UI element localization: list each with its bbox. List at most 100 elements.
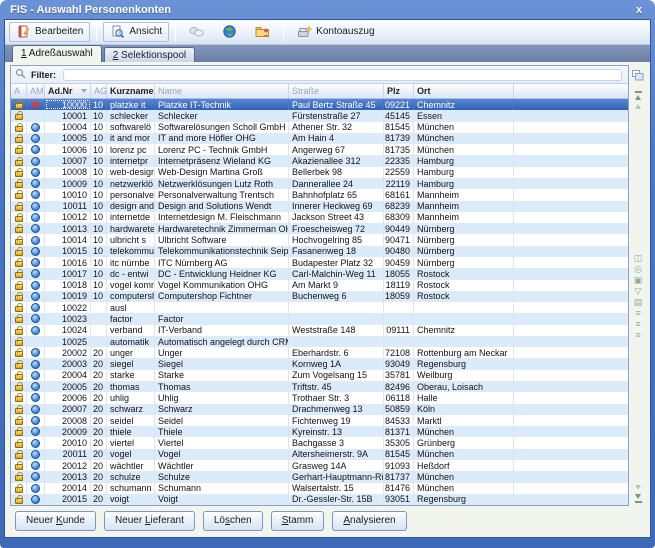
cell-kurzname: thiele [107,426,155,437]
table-row[interactable]: 20015 20 voigt Voigt Dr.-Gessler-Str. 15… [11,494,628,505]
table-row[interactable]: 20006 20 uhlig Uhlig Trothaer Str. 3 061… [11,392,628,403]
list-layout-icon-3[interactable]: ≡ [635,330,640,341]
cell-adnr: 10010 [45,189,91,200]
scroll-down-icon[interactable] [635,494,641,499]
table-row[interactable]: 10000 10 platzke it Platzke IT-Technik P… [11,99,628,110]
table-row[interactable]: 10012 10 internetde Internetdesign M. Fl… [11,212,628,223]
table-row[interactable]: 10007 10 internetpr Internetpräsenz Wiel… [11,155,628,166]
cell-lock [11,302,27,313]
filter-funnel-icon[interactable]: ▽ [635,286,642,297]
column-header-name[interactable]: Name [155,84,289,98]
lock-icon [15,351,23,357]
table-row[interactable]: 20007 20 schwarz Schwarz Drachmenweg 13 … [11,404,628,415]
column-header-adnr[interactable]: Ad.Nr [45,84,91,98]
table-row[interactable]: 10008 10 web-design Web-Design Martina G… [11,167,628,178]
cell-filler [514,449,628,460]
search-icon[interactable]: ◎ [634,264,642,275]
column-header-strasse[interactable]: Straße [289,84,384,98]
cell-adnr: 10023 [45,313,91,324]
table-row[interactable]: 10004 10 softwarelö Softwarelösungen Sch… [11,122,628,133]
column-header-kurzname[interactable]: Kurzname [107,84,155,98]
scroll-up-page-icon[interactable] [635,104,641,109]
table-row[interactable]: 10006 10 lorenz pc Lorenz PC - Technik G… [11,144,628,155]
cell-name: Platzke IT-Technik [155,99,289,110]
tab-strip: 1 Adreßauswahl 2 Selektionspool [5,45,650,62]
account-statement-icon [297,25,312,39]
loeschen-button[interactable]: Löschen [203,511,263,531]
bearbeiten-button[interactable]: Bearbeiten [9,22,90,42]
folder-user-button[interactable] [248,22,277,42]
table-row[interactable]: 20003 20 siegel Siegel Kornweg 1A 93049 … [11,358,628,369]
toolbar-separator [175,23,176,41]
comments-button[interactable] [182,22,211,42]
picture-icon[interactable]: ▣ [634,275,643,286]
cell-filler [514,347,628,358]
table-row[interactable]: 20014 20 schumann Schumann Walsertalstr.… [11,483,628,494]
table-row[interactable]: 10005 10 it and mor IT and more Höfler O… [11,133,628,144]
table-row[interactable]: 10001 10 schlecker Schlecker Fürstenstra… [11,110,628,121]
export-page-icon[interactable]: ▤ [634,297,643,308]
cell-kurzname: it and mor [107,133,155,144]
table-row[interactable]: 20010 20 viertel Viertel Bachgasse 3 353… [11,437,628,448]
column-header-ort[interactable]: Ort [414,84,514,98]
tab-selektionspool[interactable]: 2 Selektionspool [104,47,195,62]
table-row[interactable]: 10015 10 telekommun Telekommunikationste… [11,246,628,257]
table-row[interactable]: 10018 10 vogel komm Vogel Kommunikation … [11,280,628,291]
table-row[interactable]: 10022 ausl [11,302,628,313]
card-view-icon[interactable]: ◫ [634,253,643,264]
table-row[interactable]: 10017 10 dc - entwi DC - Entwicklung Hei… [11,268,628,279]
table-row[interactable]: 20008 20 seidel Seidel Fichtenweg 19 845… [11,415,628,426]
table-row[interactable]: 20005 20 thomas Thomas Triftstr. 45 8249… [11,381,628,392]
tab-adressauswahl[interactable]: 1 Adreßauswahl [12,45,102,62]
table-row[interactable]: 20012 20 wächtler Wächtler Grasweg 14A 9… [11,460,628,471]
lock-icon [15,329,23,335]
table-row[interactable]: 20002 20 unger Unger Eberhardstr. 6 7210… [11,347,628,358]
ansicht-button[interactable]: Ansicht [103,22,169,42]
neuer-kunde-button[interactable]: Neuer Kunde [15,511,96,531]
table-row[interactable]: 10009 10 netzwerklö Netzwerklösungen Lut… [11,178,628,189]
lock-icon [15,363,23,369]
table-row[interactable]: 10013 10 hardwarete Hardwaretechnik Zimm… [11,223,628,234]
scroll-up-icon[interactable] [635,95,641,100]
title-bar[interactable]: FIS - Auswahl Personenkonten x [4,0,651,19]
table-row[interactable]: 10016 10 itc nürnbe ITC Nürnberg AG Buda… [11,257,628,268]
cell-ag: 20 [91,437,107,448]
toolbar: Bearbeiten Ansicht [5,20,650,45]
table-row[interactable]: 10010 10 personalve Personalverwaltung T… [11,189,628,200]
table-row[interactable]: 20011 20 vogel Vogel Altersheimerstr. 9A… [11,449,628,460]
list-layout-icon-2[interactable]: ≡ [635,319,640,330]
close-button[interactable]: x [631,3,647,17]
kontoauszug-button[interactable]: Kontoauszug [290,22,381,42]
table-row[interactable]: 10011 10 design and Design and Solutions… [11,201,628,212]
table-row[interactable]: 10014 10 ulbricht s Ulbricht Software Ho… [11,234,628,245]
cell-filler [514,246,628,257]
column-header-am[interactable]: AM [27,84,45,98]
filter-input[interactable] [63,69,622,81]
cell-ort: Chemnitz [414,325,514,336]
cell-adnr: 20004 [45,370,91,381]
table-row[interactable]: 20009 20 thiele Thiele Kyreinstr. 13 813… [11,426,628,437]
cell-strasse [289,302,384,313]
list-layout-icon[interactable]: ≡ [635,308,640,319]
table-row[interactable]: 10023 factor Factor [11,313,628,324]
lock-icon [15,160,23,166]
cell-am [27,234,45,245]
scroll-top-icon[interactable] [635,91,642,93]
table-row[interactable]: 10025 automatik Automatisch angelegt dur… [11,336,628,347]
column-header-ag[interactable]: AG [91,84,107,98]
neuer-lieferant-button[interactable]: Neuer Lieferant [104,511,195,531]
globe-icon [31,123,40,132]
table-row[interactable]: 20004 20 starke Starke Zum Vogelsang 15 … [11,370,628,381]
scroll-down-page-icon[interactable] [635,485,641,490]
table-row[interactable]: 10024 verband IT-Verband Weststraße 148 … [11,325,628,336]
cell-name: Softwarelösungen Scholl GmbH [155,122,289,133]
column-header-a[interactable]: A [11,84,27,98]
table-row[interactable]: 10019 10 computersh Computershop Fichtne… [11,291,628,302]
internet-button[interactable] [215,22,244,42]
analysieren-button[interactable]: Analysieren [332,511,406,531]
column-chooser-icon[interactable] [632,68,644,86]
scroll-bottom-icon[interactable] [635,501,642,503]
stamm-button[interactable]: Stamm [271,511,325,531]
column-header-plz[interactable]: Plz [384,84,414,98]
table-row[interactable]: 20013 20 schulze Schulze Gerhart-Hauptma… [11,471,628,482]
